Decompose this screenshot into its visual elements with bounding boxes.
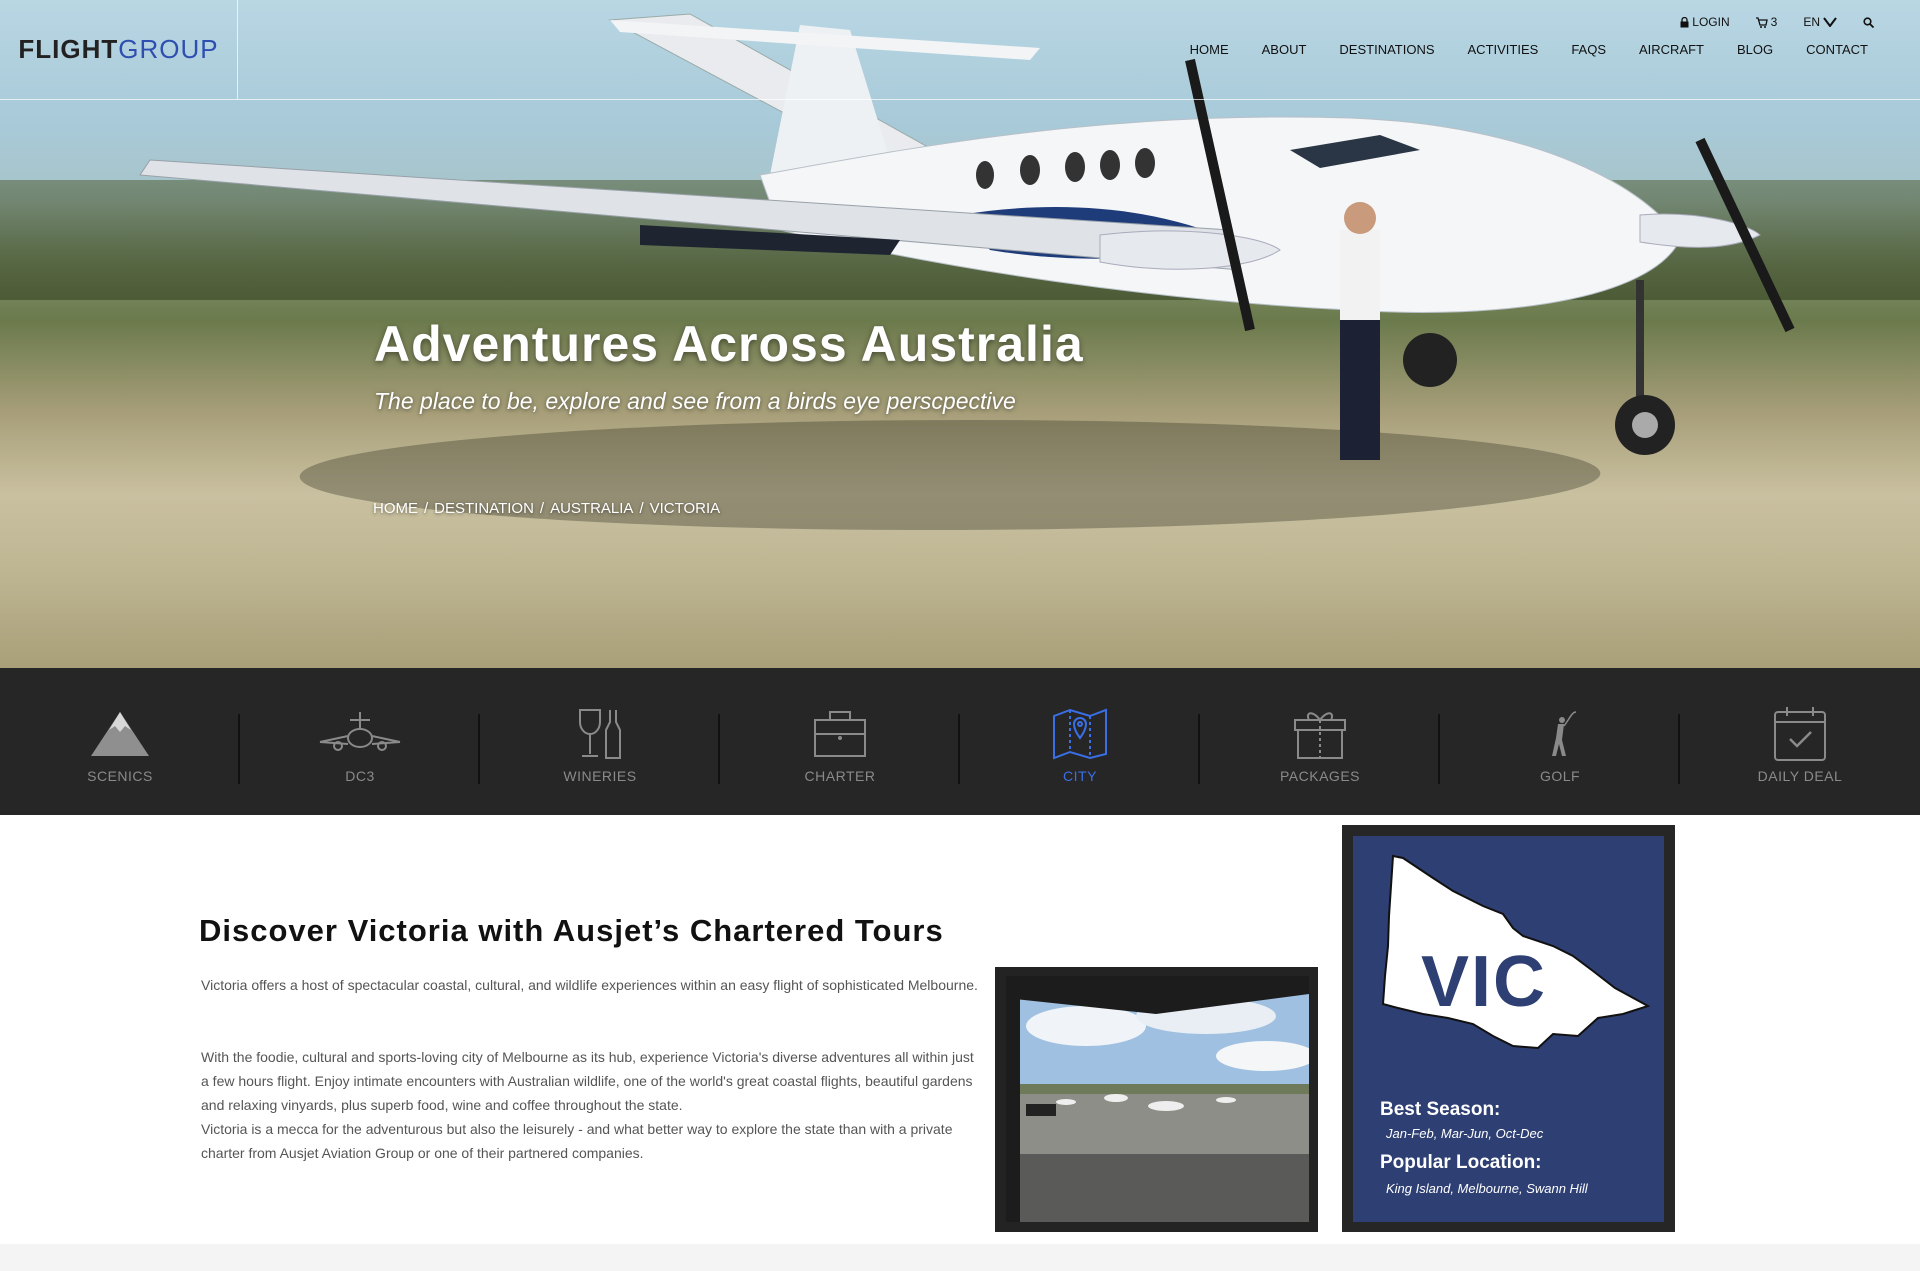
lock-icon bbox=[1680, 16, 1689, 27]
category-label: GOLF bbox=[1539, 768, 1581, 784]
briefcase-icon bbox=[814, 711, 866, 757]
language-label: EN bbox=[1803, 15, 1820, 29]
search-icon bbox=[1863, 16, 1874, 28]
nav-aircraft[interactable]: AIRCRAFT bbox=[1639, 42, 1704, 57]
category-scenics[interactable]: SCENICS bbox=[0, 668, 240, 815]
logo-container[interactable]: FLIGHTGROUP bbox=[0, 0, 238, 99]
golfer-icon bbox=[1552, 711, 1577, 756]
state-card: VIC Best Season: Jan-Feb, Mar-Jun, Oct-D… bbox=[1342, 825, 1675, 1232]
nav-destinations[interactable]: DESTINATIONS bbox=[1339, 42, 1434, 57]
breadcrumb-sep: / bbox=[639, 500, 644, 517]
search-button[interactable] bbox=[1863, 16, 1874, 28]
category-charter[interactable]: CHARTER bbox=[720, 668, 960, 815]
cart-link[interactable]: 3 bbox=[1755, 15, 1778, 29]
login-link[interactable]: LOGIN bbox=[1680, 15, 1730, 29]
nav-activities[interactable]: ACTIVITIES bbox=[1468, 42, 1539, 57]
mountain-icon bbox=[91, 712, 149, 756]
body-paragraph-2: Victoria is a mecca for the adventurous … bbox=[201, 1121, 953, 1161]
breadcrumb-victoria: VICTORIA bbox=[649, 500, 721, 517]
logo-text-group: GROUP bbox=[118, 34, 219, 64]
header-divider bbox=[0, 99, 1920, 100]
breadcrumb-sep: / bbox=[424, 500, 429, 517]
breadcrumb: HOME / DESTINATION / AUSTRALIA / VICTORIA bbox=[373, 500, 726, 517]
breadcrumb-destination[interactable]: DESTINATION bbox=[434, 500, 534, 517]
breadcrumb-australia[interactable]: AUSTRALIA bbox=[550, 500, 633, 517]
category-bar: SCENICS DC3 WINERIES CHARTER CITY PACKAG… bbox=[0, 668, 1920, 815]
category-label: DC3 bbox=[345, 768, 375, 784]
wine-glass-bottle-icon bbox=[579, 709, 621, 759]
logo-text-flight: FLIGHT bbox=[18, 34, 119, 64]
intro-paragraph: Victoria offers a host of spectacular co… bbox=[201, 977, 978, 993]
cart-icon bbox=[1755, 16, 1768, 28]
airplane-icon bbox=[319, 712, 401, 751]
airfield-image bbox=[1006, 976, 1309, 1222]
map-pin-icon bbox=[1053, 708, 1107, 760]
chevron-down-icon bbox=[1823, 17, 1837, 27]
hero-subtitle: The place to be, explore and see from a … bbox=[374, 388, 1016, 414]
page-heading: Discover Victoria with Ausjet’s Chartere… bbox=[199, 913, 944, 948]
breadcrumb-home[interactable]: HOME bbox=[373, 500, 418, 517]
cart-count: 3 bbox=[1770, 15, 1778, 29]
season-value: Jan-Feb, Mar-Jun, Oct-Dec bbox=[1386, 1126, 1544, 1141]
nav-about[interactable]: ABOUT bbox=[1262, 42, 1307, 57]
category-golf[interactable]: GOLF bbox=[1440, 668, 1680, 815]
location-value: King Island, Melbourne, Swann Hill bbox=[1386, 1181, 1588, 1196]
state-abbreviation: VIC bbox=[1421, 942, 1548, 1022]
hangar-photo bbox=[995, 967, 1318, 1232]
category-daily-deal[interactable]: DAILY DEAL bbox=[1680, 668, 1920, 815]
nav-home[interactable]: HOME bbox=[1190, 42, 1229, 57]
breadcrumb-sep: / bbox=[539, 500, 545, 517]
nav-contact[interactable]: CONTACT bbox=[1806, 42, 1868, 57]
category-dc3[interactable]: DC3 bbox=[240, 668, 480, 815]
category-label: CHARTER bbox=[804, 768, 876, 784]
category-label: CITY bbox=[1063, 768, 1097, 784]
calendar-check-icon bbox=[1774, 707, 1826, 761]
category-label: PACKAGES bbox=[1280, 768, 1360, 784]
category-wineries[interactable]: WINERIES bbox=[480, 668, 720, 815]
category-label: WINERIES bbox=[563, 768, 637, 784]
location-label: Popular Location: bbox=[1380, 1152, 1542, 1173]
hero-title: Adventures Across Australia bbox=[374, 316, 1084, 372]
login-label: LOGIN bbox=[1692, 15, 1730, 29]
body-paragraph: With the foodie, cultural and sports-lov… bbox=[201, 1049, 974, 1113]
category-label: DAILY DEAL bbox=[1757, 768, 1843, 784]
language-select[interactable]: EN bbox=[1803, 15, 1837, 29]
category-city[interactable]: CITY bbox=[960, 668, 1200, 815]
site-logo[interactable]: FLIGHTGROUP bbox=[18, 34, 218, 65]
state-card-panel: VIC Best Season: Jan-Feb, Mar-Jun, Oct-D… bbox=[1353, 836, 1664, 1222]
category-packages[interactable]: PACKAGES bbox=[1200, 668, 1440, 815]
nav-faqs[interactable]: FAQS bbox=[1571, 42, 1606, 57]
footer-strip bbox=[0, 1244, 1920, 1271]
hero-banner: FLIGHTGROUP LOGIN 3 EN HOME ABOUT DESTIN… bbox=[0, 0, 1920, 668]
gift-box-icon bbox=[1294, 712, 1346, 759]
nav-blog[interactable]: BLOG bbox=[1737, 42, 1773, 57]
season-label: Best Season: bbox=[1380, 1099, 1501, 1120]
utility-bar: LOGIN 3 EN bbox=[1680, 15, 1874, 29]
category-label: SCENICS bbox=[87, 768, 153, 784]
main-nav: HOME ABOUT DESTINATIONS ACTIVITIES FAQS … bbox=[1190, 42, 1868, 57]
